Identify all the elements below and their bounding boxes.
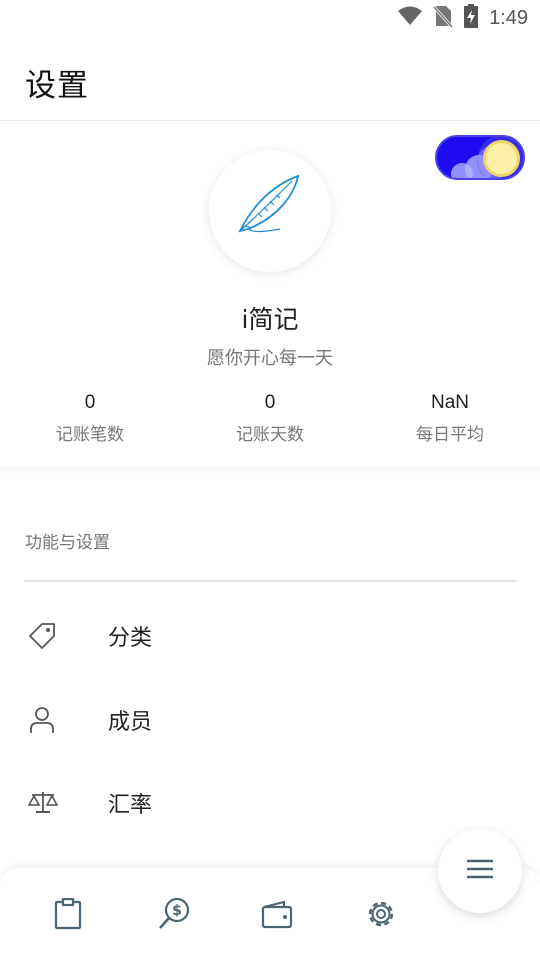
profile-card: i简记 愿你开心每一天 0 记账笔数 0 记账天数 NaN 每日平均 xyxy=(0,122,540,467)
nav-search[interactable]: $ xyxy=(154,896,194,936)
stat-label: 记账天数 xyxy=(236,425,304,445)
gear-icon xyxy=(364,897,398,935)
toggle-knob xyxy=(483,140,520,177)
menu-item-category[interactable]: 分类 xyxy=(0,596,540,676)
theme-toggle[interactable] xyxy=(435,135,525,180)
page-title: 设置 xyxy=(25,68,89,104)
menu-item-members[interactable]: 成员 xyxy=(0,680,540,760)
nav-wallet[interactable] xyxy=(257,896,297,936)
avatar[interactable] xyxy=(209,150,331,272)
divider xyxy=(24,580,516,582)
person-icon xyxy=(28,706,56,734)
menu-label: 汇率 xyxy=(108,793,153,818)
tag-icon xyxy=(28,622,56,650)
clipboard-icon xyxy=(54,897,82,934)
stat-value: 0 xyxy=(264,392,276,413)
stat-value: 0 xyxy=(84,392,96,413)
nav-settings[interactable] xyxy=(361,896,401,936)
stat-label: 记账笔数 xyxy=(56,425,124,445)
menu-label: 分类 xyxy=(108,626,153,651)
menu-item-exchange-rate[interactable]: 汇率 xyxy=(0,763,540,843)
slogan: 愿你开心每一天 xyxy=(207,348,333,369)
wallet-icon xyxy=(261,899,293,933)
battery-charging-icon xyxy=(463,3,479,33)
svg-text:$: $ xyxy=(172,903,182,919)
stats-row: 0 记账笔数 0 记账天数 NaN 每日平均 xyxy=(0,392,540,452)
app-bar: 设置 xyxy=(0,36,540,121)
stat-label: 每日平均 xyxy=(416,425,484,445)
menu-label: 成员 xyxy=(108,710,153,735)
section-header: 功能与设置 xyxy=(25,533,110,553)
stat-value: NaN xyxy=(430,392,469,413)
app-name: i简记 xyxy=(241,305,299,334)
status-time: 1:49 xyxy=(489,6,528,29)
stat-record-count: 0 记账笔数 xyxy=(0,392,180,445)
stat-record-days: 0 记账天数 xyxy=(180,392,360,445)
fab-menu-button[interactable] xyxy=(438,829,522,913)
stat-daily-average: NaN 每日平均 xyxy=(360,392,540,445)
nav-records[interactable] xyxy=(48,896,88,936)
menu-icon xyxy=(465,858,495,884)
no-sim-icon xyxy=(432,4,454,32)
feather-icon xyxy=(228,167,312,255)
wifi-icon xyxy=(397,5,423,31)
status-bar: 1:49 xyxy=(0,0,540,36)
search-dollar-icon: $ xyxy=(157,897,191,935)
scale-icon xyxy=(27,789,59,817)
